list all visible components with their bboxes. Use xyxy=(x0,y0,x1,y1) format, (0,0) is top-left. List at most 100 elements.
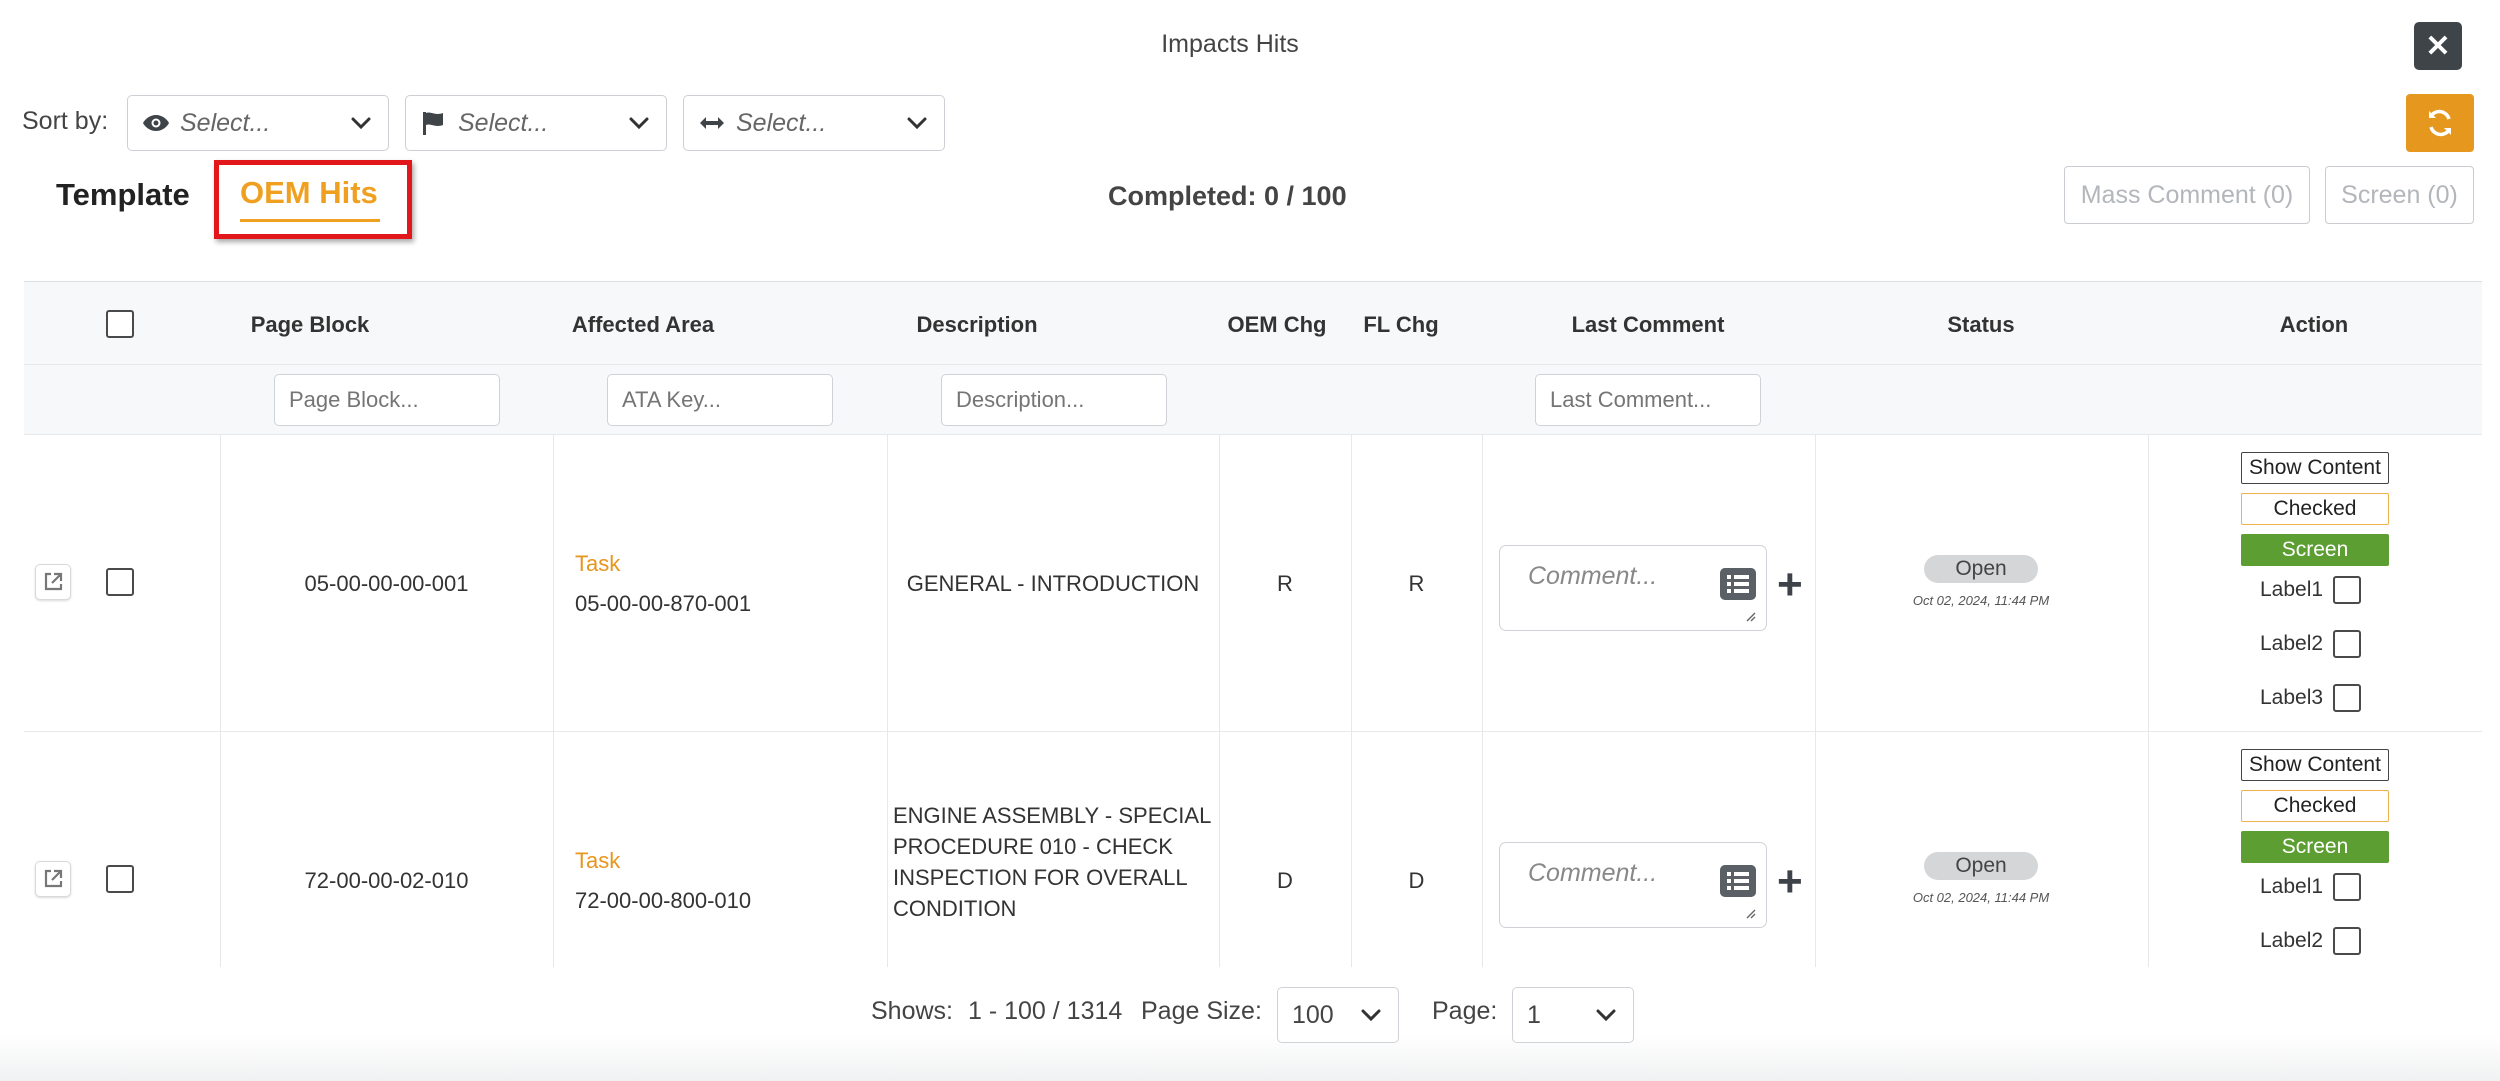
row-checkbox[interactable] xyxy=(106,865,134,893)
label3-option[interactable]: Label3 xyxy=(2260,684,2362,712)
screen-row-button[interactable]: Screen xyxy=(2241,831,2389,863)
add-comment-icon[interactable]: + xyxy=(1777,860,1803,904)
label3-text: Label3 xyxy=(2260,686,2324,709)
last-comment-filter[interactable] xyxy=(1535,374,1761,426)
close-icon: ✕ xyxy=(2425,29,2451,63)
row-checkbox[interactable] xyxy=(106,568,134,596)
chevron-down-icon xyxy=(629,117,649,130)
close-button[interactable]: ✕ xyxy=(2414,22,2462,70)
label2-option[interactable]: Label2 xyxy=(2260,927,2362,955)
label2-text: Label2 xyxy=(2260,929,2324,952)
shows-value: 1 - 100 / 1314 xyxy=(968,997,1123,1025)
page-block-filter[interactable] xyxy=(274,374,500,426)
ata-key-filter[interactable] xyxy=(607,374,833,426)
status-timestamp: Oct 02, 2024, 11:44 PM xyxy=(1912,890,2050,905)
checked-button[interactable]: Checked xyxy=(2241,493,2389,525)
screen-button[interactable]: Screen (0) xyxy=(2325,166,2474,224)
label1-checkbox[interactable] xyxy=(2333,576,2362,604)
mass-comment-button[interactable]: Mass Comment (0) xyxy=(2064,166,2310,224)
header-affected-area[interactable]: Affected Area xyxy=(553,312,733,338)
page-block-value: 72-00-00-02-010 xyxy=(304,868,469,893)
comment-input[interactable]: Comment... xyxy=(1499,842,1767,928)
screen-row-button[interactable]: Screen xyxy=(2241,534,2389,566)
comment-list-icon[interactable] xyxy=(1720,865,1756,897)
description-value: ENGINE ASSEMBLY - SPECIAL PROCEDURE 010 … xyxy=(893,800,1211,924)
status-badge: Open xyxy=(1924,555,2038,583)
external-link-icon xyxy=(44,869,63,888)
completed-value: 0 / 100 xyxy=(1264,181,1347,211)
header-description[interactable]: Description xyxy=(887,312,1067,338)
page-label: Page: xyxy=(1432,997,1498,1025)
ata-key-value: 05-00-00-870-001 xyxy=(575,591,752,616)
header-page-block[interactable]: Page Block xyxy=(220,312,400,338)
external-link-icon xyxy=(44,572,63,591)
show-content-button[interactable]: Show Content xyxy=(2241,452,2389,484)
resize-handle-icon[interactable] xyxy=(1744,610,1756,622)
status-timestamp: Oct 02, 2024, 11:44 PM xyxy=(1912,593,2050,608)
page-size-value: 100 xyxy=(1292,1000,1334,1029)
refresh-icon xyxy=(2429,109,2451,137)
fl-chg-value: D xyxy=(1408,868,1425,893)
label1-option[interactable]: Label1 xyxy=(2260,576,2362,604)
sort-select-value: Select... xyxy=(736,108,827,137)
label2-text: Label2 xyxy=(2260,632,2324,655)
page-select[interactable]: 1 xyxy=(1512,987,1634,1043)
header-oem-chg[interactable]: OEM Chg xyxy=(1217,312,1337,338)
sort-select-value: Select... xyxy=(180,108,271,137)
shows-label: Shows: xyxy=(871,997,953,1025)
checked-button[interactable]: Checked xyxy=(2241,790,2389,822)
comment-placeholder: Comment... xyxy=(1528,859,1658,887)
page-value: 1 xyxy=(1527,1000,1541,1029)
page-block-value: 05-00-00-00-001 xyxy=(304,571,469,596)
add-comment-icon[interactable]: + xyxy=(1777,563,1803,607)
header-status[interactable]: Status xyxy=(1881,312,2081,338)
resize-handle-icon[interactable] xyxy=(1744,907,1756,919)
label2-option[interactable]: Label2 xyxy=(2260,630,2362,658)
sort-select-direction[interactable]: Select... xyxy=(683,95,945,151)
table-row: 05-00-00-00-001 Task 05-00-00-870-001 GE… xyxy=(24,435,2482,732)
arrows-horizontal-icon xyxy=(698,114,728,132)
refresh-button[interactable] xyxy=(2406,94,2474,152)
description-line: ENGINE ASSEMBLY - SPECIAL xyxy=(893,803,1212,828)
label1-text: Label1 xyxy=(2260,578,2324,601)
status-badge: Open xyxy=(1924,852,2038,880)
open-external-button[interactable] xyxy=(35,564,71,600)
label2-checkbox[interactable] xyxy=(2333,630,2362,658)
label1-text: Label1 xyxy=(2260,875,2324,898)
header-action: Action xyxy=(2279,312,2349,337)
header-fl-chg[interactable]: FL Chg xyxy=(1346,312,1456,338)
label2-checkbox[interactable] xyxy=(2333,927,2362,955)
sort-select-visibility[interactable]: Select... xyxy=(127,95,389,151)
description-line: INSPECTION FOR OVERALL xyxy=(893,865,1188,890)
tab-template[interactable]: Template xyxy=(56,177,190,213)
table-header: Page Block Affected Area Description OEM… xyxy=(24,281,2482,365)
oem-chg-value: R xyxy=(1277,571,1293,596)
description-filter[interactable] xyxy=(941,374,1167,426)
show-content-button[interactable]: Show Content xyxy=(2241,749,2389,781)
header-last-comment[interactable]: Last Comment xyxy=(1548,312,1748,338)
highlight-annotation xyxy=(214,160,412,239)
task-link[interactable]: Task xyxy=(575,848,620,874)
ata-key-value: 72-00-00-800-010 xyxy=(575,888,752,913)
description-value: GENERAL - INTRODUCTION xyxy=(906,571,1200,596)
fl-chg-value: R xyxy=(1408,571,1425,596)
sort-label: Sort by: xyxy=(22,107,109,135)
hits-table: Page Block Affected Area Description OEM… xyxy=(24,281,2482,967)
completed-label: Completed: xyxy=(1108,181,1257,211)
comment-input[interactable]: Comment... xyxy=(1499,545,1767,631)
description-line: CONDITION xyxy=(893,896,1017,921)
page-size-select[interactable]: 100 xyxy=(1277,987,1399,1043)
sort-select-flag[interactable]: Select... xyxy=(405,95,667,151)
comment-placeholder: Comment... xyxy=(1528,562,1658,590)
select-all-checkbox[interactable] xyxy=(106,310,134,338)
label1-checkbox[interactable] xyxy=(2333,873,2362,901)
task-link[interactable]: Task xyxy=(575,551,620,577)
chevron-down-icon xyxy=(351,117,371,130)
label3-checkbox[interactable] xyxy=(2333,684,2362,712)
eye-icon xyxy=(142,113,172,133)
chevron-down-icon xyxy=(1361,1009,1381,1022)
label1-option[interactable]: Label1 xyxy=(2260,873,2362,901)
comment-list-icon[interactable] xyxy=(1720,568,1756,600)
flag-icon xyxy=(420,110,450,136)
open-external-button[interactable] xyxy=(35,861,71,897)
